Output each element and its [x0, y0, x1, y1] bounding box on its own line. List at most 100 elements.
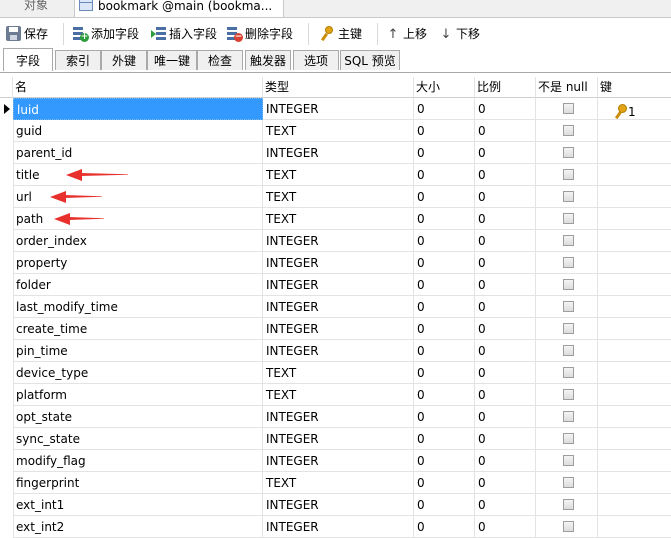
field-size-cell[interactable]: 0 — [414, 340, 475, 362]
field-scale-cell[interactable]: 0 — [475, 406, 536, 428]
field-scale-cell[interactable]: 0 — [475, 208, 536, 230]
key-cell[interactable]: 1 — [598, 98, 671, 120]
not-null-checkbox[interactable] — [563, 345, 574, 356]
field-size-cell[interactable]: 0 — [414, 406, 475, 428]
tab-triggers[interactable]: 触发器 — [245, 50, 291, 70]
row-header[interactable] — [0, 142, 14, 164]
field-type-cell[interactable]: INTEGER — [263, 274, 414, 296]
field-type-cell[interactable]: TEXT — [263, 208, 414, 230]
key-cell[interactable] — [598, 120, 671, 142]
table-row[interactable]: platform TEXT 0 0 — [0, 384, 671, 406]
field-size-cell[interactable]: 0 — [414, 252, 475, 274]
primary-key-button[interactable]: 主键 — [320, 24, 362, 44]
tab-indexes[interactable]: 索引 — [55, 50, 101, 70]
field-size-cell[interactable]: 0 — [414, 186, 475, 208]
field-type-cell[interactable]: TEXT — [263, 362, 414, 384]
field-name-cell[interactable]: title — [13, 164, 263, 186]
field-scale-cell[interactable]: 0 — [475, 362, 536, 384]
field-scale-cell[interactable]: 0 — [475, 230, 536, 252]
field-scale-cell[interactable]: 0 — [475, 318, 536, 340]
field-size-cell[interactable]: 0 — [414, 230, 475, 252]
table-row[interactable]: last_modify_time INTEGER 0 0 — [0, 296, 671, 318]
key-cell[interactable] — [598, 428, 671, 450]
row-header[interactable] — [0, 98, 14, 120]
column-header-type[interactable]: 类型 — [263, 77, 414, 98]
row-header[interactable] — [0, 208, 14, 230]
move-up-button[interactable]: ↑ 上移 — [387, 24, 427, 44]
key-cell[interactable] — [598, 230, 671, 252]
key-cell[interactable] — [598, 318, 671, 340]
field-scale-cell[interactable]: 0 — [475, 274, 536, 296]
delete-field-button[interactable]: − 删除字段 — [227, 24, 293, 44]
field-scale-cell[interactable]: 0 — [475, 120, 536, 142]
key-cell[interactable] — [598, 384, 671, 406]
field-size-cell[interactable]: 0 — [414, 208, 475, 230]
field-type-cell[interactable]: INTEGER — [263, 296, 414, 318]
table-row[interactable]: create_time INTEGER 0 0 — [0, 318, 671, 340]
table-row[interactable]: pin_time INTEGER 0 0 — [0, 340, 671, 362]
field-name-cell[interactable]: folder — [13, 274, 263, 296]
table-row[interactable]: parent_id INTEGER 0 0 — [0, 142, 671, 164]
row-header[interactable] — [0, 318, 14, 340]
field-scale-cell[interactable]: 0 — [475, 164, 536, 186]
field-type-cell[interactable]: INTEGER — [263, 428, 414, 450]
not-null-checkbox[interactable] — [563, 125, 574, 136]
table-row[interactable]: ext_int1 INTEGER 0 0 — [0, 494, 671, 516]
insert-field-button[interactable]: 插入字段 — [151, 24, 217, 44]
field-name-cell[interactable]: opt_state — [13, 406, 263, 428]
column-header-size[interactable]: 大小 — [414, 77, 475, 98]
tab-fields[interactable]: 字段 — [3, 48, 53, 71]
column-header-scale[interactable]: 比例 — [475, 77, 536, 98]
not-null-checkbox[interactable] — [563, 257, 574, 268]
field-size-cell[interactable]: 0 — [414, 516, 475, 538]
field-name-cell[interactable]: ext_int2 — [13, 516, 263, 538]
row-header[interactable] — [0, 494, 14, 516]
field-name-cell[interactable]: path — [13, 208, 263, 230]
field-name-cell[interactable]: ext_int1 — [13, 494, 263, 516]
not-null-checkbox[interactable] — [563, 477, 574, 488]
not-null-checkbox[interactable] — [563, 499, 574, 510]
key-cell[interactable] — [598, 494, 671, 516]
key-cell[interactable] — [598, 274, 671, 296]
not-null-checkbox[interactable] — [563, 323, 574, 334]
field-scale-cell[interactable]: 0 — [475, 494, 536, 516]
save-button[interactable]: 保存 — [6, 24, 48, 44]
not-null-checkbox[interactable] — [563, 279, 574, 290]
row-header[interactable] — [0, 362, 14, 384]
field-type-cell[interactable]: INTEGER — [263, 98, 414, 120]
tab-options[interactable]: 选项 — [293, 50, 339, 70]
field-type-cell[interactable]: INTEGER — [263, 516, 414, 538]
field-name-cell[interactable]: device_type — [13, 362, 263, 384]
field-size-cell[interactable]: 0 — [414, 428, 475, 450]
key-cell[interactable] — [598, 296, 671, 318]
row-header[interactable] — [0, 450, 14, 472]
key-cell[interactable] — [598, 252, 671, 274]
field-size-cell[interactable]: 0 — [414, 274, 475, 296]
field-name-cell[interactable]: modify_flag — [13, 450, 263, 472]
move-down-button[interactable]: ↓ 下移 — [440, 24, 480, 44]
key-cell[interactable] — [598, 340, 671, 362]
field-size-cell[interactable]: 0 — [414, 98, 475, 120]
field-type-cell[interactable]: TEXT — [263, 120, 414, 142]
key-cell[interactable] — [598, 142, 671, 164]
key-cell[interactable] — [598, 450, 671, 472]
table-row[interactable]: property INTEGER 0 0 — [0, 252, 671, 274]
table-row[interactable]: sync_state INTEGER 0 0 — [0, 428, 671, 450]
row-header[interactable] — [0, 274, 14, 296]
column-header-name[interactable]: 名 — [13, 77, 263, 98]
field-name-cell[interactable]: parent_id — [13, 142, 263, 164]
field-name-cell[interactable]: guid — [13, 120, 263, 142]
field-scale-cell[interactable]: 0 — [475, 142, 536, 164]
field-size-cell[interactable]: 0 — [414, 296, 475, 318]
field-type-cell[interactable]: TEXT — [263, 384, 414, 406]
key-cell[interactable] — [598, 164, 671, 186]
field-scale-cell[interactable]: 0 — [475, 516, 536, 538]
not-null-checkbox[interactable] — [563, 411, 574, 422]
field-type-cell[interactable]: INTEGER — [263, 450, 414, 472]
field-name-cell[interactable]: luid — [13, 98, 263, 120]
table-row[interactable]: device_type TEXT 0 0 — [0, 362, 671, 384]
field-size-cell[interactable]: 0 — [414, 318, 475, 340]
column-header-not-null[interactable]: 不是 null — [536, 77, 598, 98]
tab-checks[interactable]: 检查 — [197, 50, 243, 70]
field-type-cell[interactable]: INTEGER — [263, 318, 414, 340]
